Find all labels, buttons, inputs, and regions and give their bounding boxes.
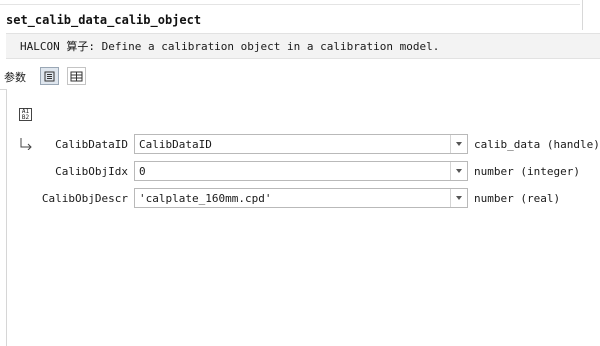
tab-edge xyxy=(582,0,583,30)
calibobjdescr-value: 'calplate_160mm.cpd' xyxy=(139,192,272,205)
sort-az-icon[interactable]: A1 B2 xyxy=(19,108,32,121)
table-view-icon xyxy=(70,71,83,82)
params-toolbar xyxy=(0,64,600,90)
param-label-calibobjidx: CalibObjIdx xyxy=(55,165,128,178)
operator-description: HALCON 算子: Define a calibration object i… xyxy=(20,40,440,53)
chevron-down-icon[interactable] xyxy=(450,135,467,153)
calibobjdescr-field[interactable]: 'calplate_160mm.cpd' xyxy=(134,188,468,208)
param-type-calibdataid: calib_data (handle) xyxy=(474,138,600,151)
chevron-down-icon[interactable] xyxy=(450,162,467,180)
operator-name: set_calib_data_calib_object xyxy=(6,13,202,27)
calibdataid-field[interactable]: CalibDataID xyxy=(134,134,468,154)
list-view-icon xyxy=(44,71,55,82)
calibdataid-value: CalibDataID xyxy=(139,138,212,151)
parameters-panel xyxy=(6,89,600,346)
param-label-calibdataid: CalibDataID xyxy=(55,138,128,151)
params-tab-label[interactable]: 参数 xyxy=(4,69,26,85)
calibobjidx-value: 0 xyxy=(139,165,146,178)
param-label-calibobjdescr: CalibObjDescr xyxy=(41,192,128,205)
arrow-return-icon xyxy=(20,138,32,150)
list-view-button[interactable] xyxy=(40,67,59,85)
chevron-down-icon[interactable] xyxy=(450,189,467,207)
calibobjidx-field[interactable]: 0 xyxy=(134,161,468,181)
param-type-calibobjidx: number (integer) xyxy=(474,165,580,178)
param-type-calibobjdescr: number (real) xyxy=(474,192,561,205)
table-view-button[interactable] xyxy=(67,67,86,85)
top-separator xyxy=(0,4,580,5)
